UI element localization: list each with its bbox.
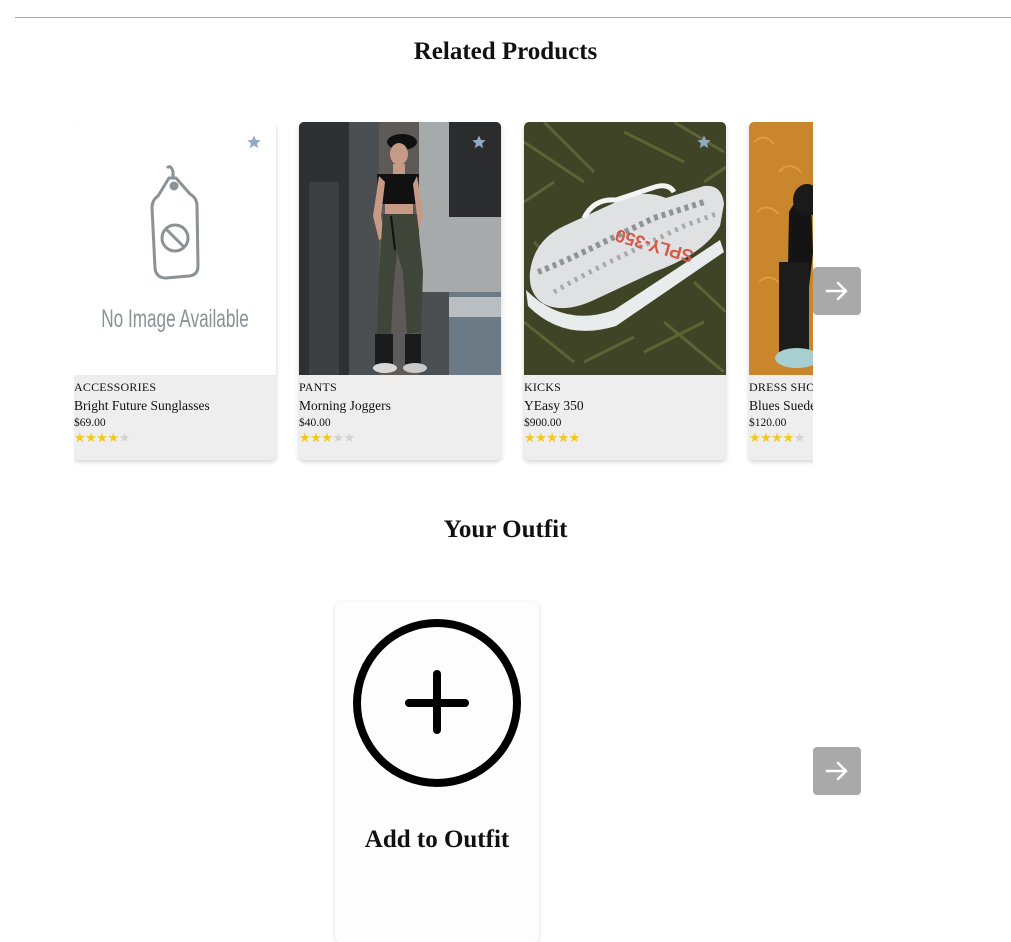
star-rating: ★★★★★★★★★★ — [524, 431, 580, 446]
star-rating: ★★★★★★★★★★ — [299, 431, 355, 446]
product-image[interactable]: No Image Available — [74, 122, 276, 375]
star-icon[interactable] — [246, 134, 262, 150]
product-info: KICKS YEasy 350 $900.00 ★★★★★ ★★★★★ — [524, 380, 726, 447]
product-info: ACCESSORIES Bright Future Sunglasses $69… — [74, 380, 276, 447]
star-rating: ★★★★★★★★★★ — [749, 431, 805, 446]
product-image[interactable]: SPLY-350 — [524, 122, 726, 375]
product-card[interactable]: SPLY-350 KICKS YEasy 350 $900.00 ★★★★★ ★★… — [524, 122, 726, 460]
product-price: $900.00 — [524, 417, 562, 429]
related-products-carousel: No Image Available ACCESSORIES Bright Fu… — [74, 122, 813, 467]
sneaker-photo: SPLY-350 — [524, 122, 726, 375]
add-to-outfit-label: Add to Outfit — [364, 826, 510, 853]
product-name: YEasy 350 — [524, 398, 584, 413]
product-name: Bright Future Sunglasses — [74, 398, 210, 413]
product-info: PANTS Morning Joggers $40.00 ★★★★★★★★★★ — [299, 380, 501, 447]
product-category: PANTS — [299, 380, 337, 394]
product-image[interactable] — [749, 122, 813, 375]
related-products-title: Related Products — [413, 38, 598, 65]
product-category: KICKS — [524, 380, 562, 394]
product-category: ACCESSORIES — [74, 380, 157, 394]
product-category: DRESS SHOES — [749, 380, 813, 394]
product-price: $40.00 — [299, 417, 331, 429]
outfit-next-button[interactable] — [813, 747, 861, 795]
your-outfit-title: Your Outfit — [443, 516, 568, 543]
add-to-outfit-card[interactable]: Add to Outfit — [335, 602, 539, 942]
product-card[interactable]: PANTS Morning Joggers $40.00 ★★★★★★★★★★ — [299, 122, 501, 460]
product-price: $69.00 — [74, 417, 106, 429]
star-icon[interactable] — [471, 134, 487, 150]
product-info: DRESS SHOES Blues Suede Shoes $120.00 ★★… — [749, 380, 813, 447]
arrow-right-icon — [825, 281, 848, 301]
product-name: Blues Suede Shoes — [749, 398, 813, 413]
product-name: Morning Joggers — [299, 398, 391, 413]
dress-shoes-photo — [749, 122, 813, 375]
product-image[interactable] — [299, 122, 501, 375]
top-divider — [15, 17, 1011, 18]
plus-circle-icon — [353, 619, 521, 787]
arrow-right-icon — [825, 761, 848, 781]
product-card[interactable]: No Image Available ACCESSORIES Bright Fu… — [74, 122, 276, 460]
product-card[interactable]: DRESS SHOES Blues Suede Shoes $120.00 ★★… — [749, 122, 813, 460]
joggers-photo — [299, 122, 501, 375]
related-next-button[interactable] — [813, 267, 861, 315]
placeholder-text: No Image Available — [101, 304, 249, 333]
product-price: $120.00 — [749, 417, 787, 429]
star-icon[interactable] — [696, 134, 712, 150]
no-image-placeholder: No Image Available — [101, 165, 249, 333]
star-rating: ★★★★★★★★★★ — [74, 431, 130, 446]
